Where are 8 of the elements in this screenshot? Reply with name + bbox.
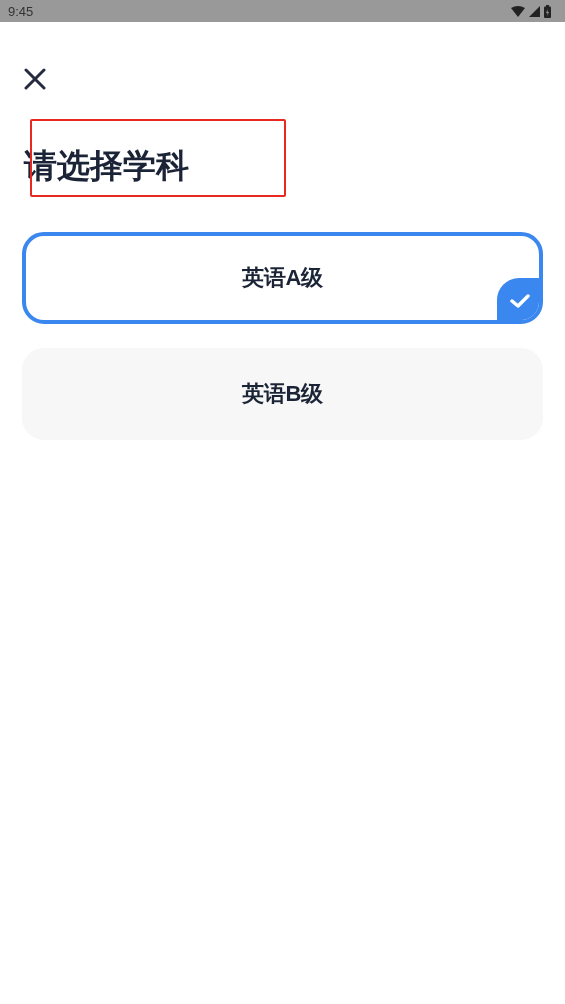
check-icon [510,293,530,309]
subject-option[interactable]: 英语B级 [22,348,543,440]
battery-icon [544,4,551,18]
status-time: 9:45 [8,3,34,19]
subject-option[interactable]: 英语A级 [22,232,543,324]
wifi-icon [511,5,525,17]
close-icon [24,68,46,90]
signal-icon [529,5,540,17]
